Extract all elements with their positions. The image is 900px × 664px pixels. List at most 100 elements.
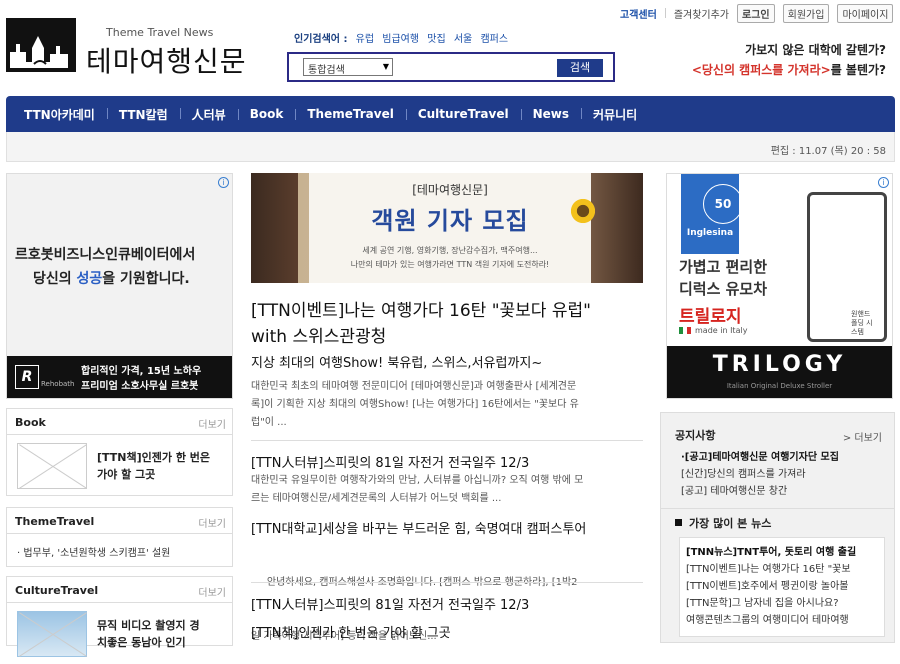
nav-item-news[interactable]: News [520,107,581,121]
popular-keyword[interactable]: 빔급여행 [382,34,419,45]
search-scope-value: 통합검색 [308,65,345,76]
list-item[interactable]: [공고] 테마여행신문 창간 [681,483,839,500]
list-item[interactable]: ·[공고]테마여행신문 여행기자단 모집 [681,449,839,466]
popular-keyword[interactable]: 캠퍼스 [480,34,508,45]
section-title: Book [15,416,46,429]
popular-keyword[interactable]: 맛집 [427,34,445,45]
left-ad-banner[interactable]: i 르호봇비즈니스인큐베이터에서 당신의 성공을 기원합니다. R Rehoba… [6,173,233,399]
banner-paper: [테마여행신문] 객원 기자 모집 세계 공연 기행, 영화기행, 장난감수집가… [309,173,591,283]
divider [251,582,643,583]
article-summary-line1: 대한민국 유일무이한 여행작가와의 만남, 人터뷰를 아십니까? 오직 여행 밖… [251,475,584,486]
feature-label: 원핸드 폴딩 시스템 [851,310,873,336]
search-button[interactable]: 검색 [557,59,603,77]
most-viewed-section: 가장 많이 본 뉴스 [TNN뉴스]TNT투어, 돗토리 여행 출길 [TTN이… [660,508,895,643]
more-link[interactable]: 더보기 [198,515,226,530]
nav-item-column[interactable]: TTN칼럼 [106,106,180,123]
logo-english: Theme Travel News [106,26,214,39]
lead-summary-line2: 록]이 기획한 지상 최대의 여행Show! [나는 여행가다] 16탄에서는 … [251,399,579,410]
article-title[interactable]: [TTN책]인젠가 한 번은 가야 할 그곳 [251,622,451,641]
section-header: Book 더보기 [7,409,232,435]
site-logo[interactable]: Theme Travel News 테마여행신문 [6,18,246,80]
list-item[interactable]: [TTN문학]그 남자네 집을 아시나요? [686,595,856,612]
lead-summary-line1: 대한민국 최초의 테마여행 전문미디어 [테마여행신문]과 여행출판사 [세계견… [251,381,577,392]
ad-brand: Rehobath [41,380,75,388]
made-in-label: made in Italy [679,326,747,335]
square-bullet-icon [675,519,682,526]
search-scope-select[interactable]: 통합검색 ▼ [303,58,393,76]
customer-center-link[interactable]: 고객센터 [620,6,657,21]
article-summary-line1: 안녕하세요, 캠퍼스해설사 조명화입니다. [캠퍼스 밖으로 행군하라], [1… [251,574,643,592]
header-promo[interactable]: 가보지 않은 대학에 갈텐가? <당신의 캠퍼스를 가져라>를 볼텐가? [692,40,886,80]
image-placeholder-icon[interactable] [17,443,87,489]
popular-keywords: 인기검색어 : 유럽 빔급여행 맛집 서울 캠퍼스 [294,30,508,45]
italy-flag-icon [679,327,691,334]
right-ad-banner[interactable]: i 50 Inglesina 가볍고 편리한 디럭스 유모차 트릴로지 made… [666,173,893,399]
ad-bottom-strip: R Rehobath 합리적인 가격, 15년 노하우 프리미엄 소호사무실 르… [7,356,232,398]
list-item[interactable]: [TNN뉴스]TNT투어, 돗토리 여행 출길 [686,544,856,561]
article-title[interactable]: [TTN人터뷰]스피릿의 81일 자전거 전국일주 12/3 [251,594,529,613]
culturetravel-section: CultureTravel 더보기 뮤직 비디오 촬영지 경 치좋은 동남아 인… [6,576,233,657]
ad-line2-post: 을 기원합니다. [102,271,190,287]
nav-item-community[interactable]: 커뮤니티 [581,106,649,123]
article-title[interactable]: [TTN대학교]세상을 바꾸는 부드러운 힘, 숙명여대 캠퍼스투어 [251,518,586,537]
nav-item-culturetravel[interactable]: CultureTravel [405,107,521,121]
notice-section: 공지사항 > 더보기 ·[공고]테마여행신문 여행기자단 모집 [신간]당신의 … [660,412,895,512]
made-in-text: made in Italy [695,326,748,335]
popular-keyword[interactable]: 유럽 [356,34,374,45]
edit-bar: 편집 : 11.07 (목) 20 : 58 [6,132,895,162]
most-viewed-list-box: [TNN뉴스]TNT투어, 돗토리 여행 출길 [TTN이벤트]나는 여행가다 … [679,537,885,637]
trilogy-tagline: Italian Original Deluxe Stroller [726,382,833,390]
list-item[interactable]: [신간]당신의 캠퍼스를 가져라 [681,466,839,483]
banner-title: 객원 기자 모집 [371,207,529,235]
list-item[interactable]: [TTN이벤트]나는 여행가다 16탄 "꽃보 [686,561,856,578]
banner-sub1: 세계 공연 기행, 영화기행, 장난감수집가, 맥주여행... [362,246,538,255]
nav-item-interview[interactable]: 人터뷰 [179,106,238,123]
section-title: 가장 많이 본 뉴스 [689,517,772,530]
lead-subtitle[interactable]: 지상 최대의 여행Show! 북유럽, 스위스,서유럽까지~ [251,352,542,371]
list-item[interactable]: · 법무부, '소년원학생 스키캠프' 설원 [17,544,170,559]
ad-line1: 르호봇비즈니스인큐베이터에서 [15,247,196,263]
reporter-recruit-banner[interactable]: [테마여행신문] 객원 기자 모집 세계 공연 기행, 영화기행, 장난감수집가… [251,173,643,283]
book-item-line2: 가야 할 그곳 [97,468,156,481]
ad-bottom-line1: 합리적인 가격, 15년 노하우 [81,366,202,377]
more-link[interactable]: 더보기 [198,416,226,431]
article-title[interactable]: [TTN人터뷰]스피릿의 81일 자전거 전국일주 12/3 [251,452,529,471]
more-link[interactable]: > 더보기 [843,429,882,444]
book-section: Book 더보기 [TTN책]인젠가 한 번은 가야 할 그곳 [6,408,233,496]
lead-headline-line2: with 스위스관광청 [251,327,387,347]
culture-item-title[interactable]: 뮤직 비디오 촬영지 경 치좋은 동남아 인기 [97,617,200,651]
section-title: ThemeTravel [15,515,95,528]
section-title: CultureTravel [15,584,99,597]
promo-line2-rest: 를 볼텐가? [830,63,886,77]
nav-item-academy[interactable]: TTN아카데미 [12,106,107,123]
list-item[interactable]: 여행콘텐츠그룹의 여행미디어 테마여행 [686,612,856,629]
more-link[interactable]: 더보기 [198,584,226,599]
top-utility-links: 고객센터 즐겨찾기추가 로그인 회원가입 마이페이지 [620,3,896,23]
ad-info-icon[interactable]: i [878,177,889,188]
popular-keyword[interactable]: 서울 [454,34,472,45]
login-button[interactable]: 로그인 [737,3,775,23]
anniversary-number: 50 [703,184,743,224]
ad-line2: 디럭스 유모차 [679,280,768,298]
mypage-button[interactable]: 마이페이지 [837,3,894,23]
book-item-title[interactable]: [TTN책]인젠가 한 번은 가야 할 그곳 [97,449,210,483]
trilogy-strip: TRILOGY Italian Original Deluxe Stroller [667,346,892,398]
join-button[interactable]: 회원가입 [782,3,830,23]
trilogy-logo: TRILOGY [712,352,847,377]
article-summary-line2: 르는 테마여행신문/세계견문록의 人터뷰가 어느덧 백회를 ... [251,493,502,504]
culture-thumbnail[interactable] [17,611,87,657]
nav-item-themetravel[interactable]: ThemeTravel [295,107,405,121]
list-item[interactable]: [TTN이벤트]호주에서 펭귄이랑 놀아볼 [686,578,856,595]
favorite-link[interactable]: 즐겨찾기추가 [674,6,729,21]
ad-line1: 가볍고 편리한 [679,258,768,276]
ad-bottom-line2: 프리미엄 소호사무실 르호봇 [81,381,199,392]
themetravel-section: ThemeTravel 더보기 · 법무부, '소년원학생 스키캠프' 설원 [6,507,233,567]
brand-badge: 50 Inglesina [681,174,743,254]
divider [664,8,666,18]
ad-info-icon[interactable]: i [218,177,229,188]
nav-item-book[interactable]: Book [237,107,296,121]
article-summary: 대한민국 유일무이한 여행작가와의 만남, 人터뷰를 아십니까? 오직 여행 밖… [251,472,643,508]
lead-headline[interactable]: [TTN이벤트]나는 여행가다 16탄 "꽃보다 유럽" with 스위스관광청 [251,298,651,350]
section-title: 공지사항 [675,429,716,442]
city-skyline-icon [6,18,76,78]
